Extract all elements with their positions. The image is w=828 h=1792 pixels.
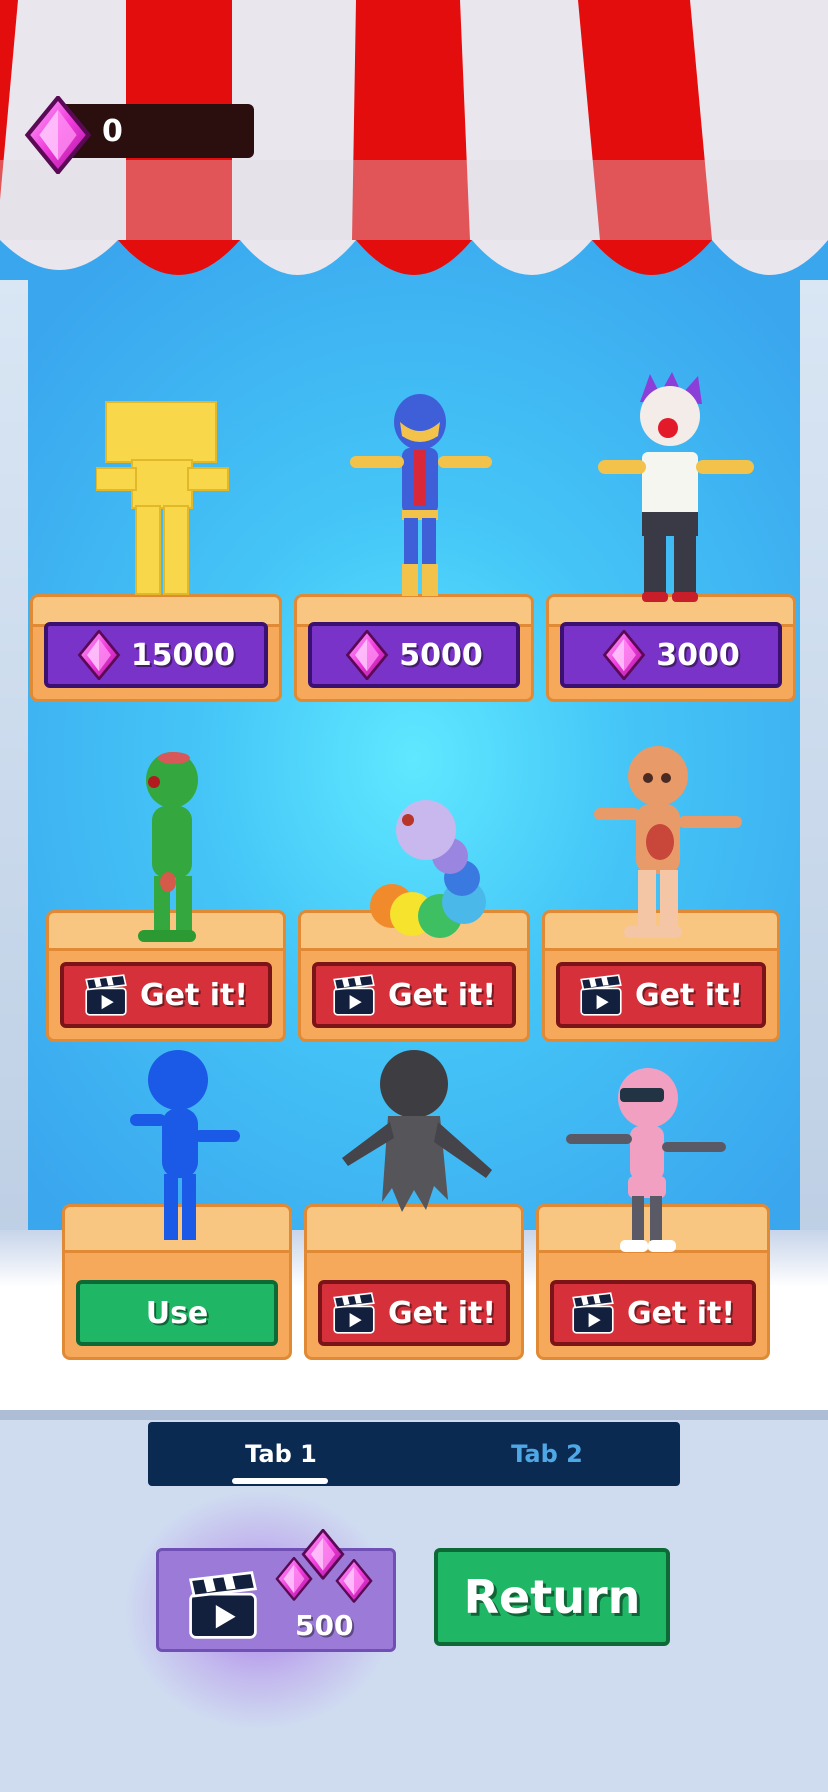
floor-edge xyxy=(0,1410,828,1420)
ad-reward-amount: 500 xyxy=(295,1609,354,1642)
price-label: 15000 xyxy=(130,637,236,673)
gem-count: 0 xyxy=(102,114,123,149)
gem-icon xyxy=(24,96,92,174)
tab-2[interactable]: Tab 2 xyxy=(414,1422,680,1486)
use-button[interactable]: Use xyxy=(76,1280,278,1346)
watch-ad-get-button[interactable]: Get it! xyxy=(556,962,766,1028)
gem-icon xyxy=(345,630,389,680)
buy-price-button[interactable]: 5000 xyxy=(308,622,520,688)
get-it-label: Get it! xyxy=(387,1295,497,1331)
get-it-label: Get it! xyxy=(139,977,249,1013)
blue-stickman-character xyxy=(130,1050,240,1240)
buy-price-button[interactable]: 3000 xyxy=(560,622,782,688)
pink-robot-character xyxy=(566,1068,726,1252)
watch-ad-get-button[interactable]: Get it! xyxy=(550,1280,756,1346)
shop-slot-2[interactable]: 5000 xyxy=(294,592,534,702)
gem-counter: 0 xyxy=(24,96,254,162)
use-label: Use xyxy=(145,1295,209,1331)
yellow-robot-character xyxy=(96,401,229,595)
watch-ad-get-button[interactable]: Get it! xyxy=(60,962,272,1028)
get-it-label: Get it! xyxy=(387,977,497,1013)
blue-superhero-character xyxy=(350,394,492,596)
price-label: 3000 xyxy=(656,637,740,673)
grey-ghost-character xyxy=(342,1050,492,1212)
get-it-label: Get it! xyxy=(634,977,744,1013)
clapperboard-icon xyxy=(332,973,376,1017)
clapperboard-icon xyxy=(183,1569,263,1641)
watch-ad-get-button[interactable]: Get it! xyxy=(312,962,516,1028)
green-zombie-character xyxy=(138,752,198,942)
shop-slot-3[interactable]: 3000 xyxy=(546,592,796,702)
clapperboard-icon xyxy=(571,1291,615,1335)
skeleton-character xyxy=(594,746,742,938)
get-it-label: Get it! xyxy=(626,1295,736,1331)
clapperboard-icon xyxy=(579,973,623,1017)
gem-icon xyxy=(602,630,646,680)
watch-ad-gems-button[interactable]: 500 xyxy=(156,1529,396,1652)
return-button[interactable]: Return xyxy=(434,1548,670,1646)
clown-character xyxy=(598,372,754,602)
ball-caterpillar-character xyxy=(370,800,486,938)
clapperboard-icon xyxy=(332,1291,376,1335)
watch-ad-get-button[interactable]: Get it! xyxy=(318,1280,510,1346)
shop-slot-1[interactable]: 15000 xyxy=(30,592,282,702)
gem-icon xyxy=(77,630,121,680)
price-label: 5000 xyxy=(399,637,483,673)
buy-price-button[interactable]: 15000 xyxy=(44,622,268,688)
clapperboard-icon xyxy=(84,973,128,1017)
gem-pile-icon xyxy=(275,1529,373,1603)
